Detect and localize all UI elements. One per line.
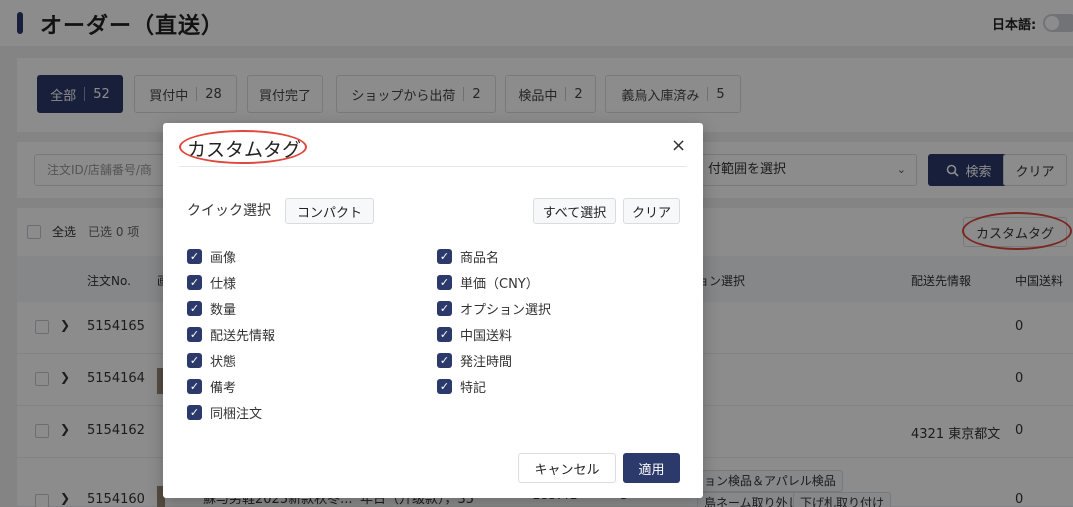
option-special-notes[interactable]: ✓ 特記 <box>437 377 486 396</box>
option-product-name[interactable]: ✓ 商品名 <box>437 247 499 266</box>
custom-tag-modal: カスタムタグ × クイック選択 コンパクト すべて選択 クリア ✓ 画像 ✓ 仕様 … <box>163 123 703 498</box>
option-shipping-info[interactable]: ✓ 配送先情報 <box>187 325 275 344</box>
check-icon[interactable]: ✓ <box>187 326 202 342</box>
check-icon[interactable]: ✓ <box>437 326 452 342</box>
check-icon[interactable]: ✓ <box>187 248 202 264</box>
close-icon[interactable]: × <box>671 135 686 156</box>
compact-button[interactable]: コンパクト <box>285 198 374 224</box>
quick-select-label: クイック選択 <box>187 203 271 219</box>
modal-divider <box>179 166 687 167</box>
option-quantity[interactable]: ✓ 数量 <box>187 299 236 318</box>
check-icon[interactable]: ✓ <box>187 378 202 394</box>
option-china-shipping[interactable]: ✓ 中国送料 <box>437 325 512 344</box>
cancel-button[interactable]: キャンセル <box>518 453 616 483</box>
check-icon[interactable]: ✓ <box>187 274 202 290</box>
option-unit-price[interactable]: ✓ 単価（CNY） <box>437 273 539 292</box>
check-icon[interactable]: ✓ <box>437 352 452 368</box>
select-all-button[interactable]: すべて選択 <box>533 198 616 224</box>
check-icon[interactable]: ✓ <box>187 352 202 368</box>
check-icon[interactable]: ✓ <box>437 300 452 316</box>
option-option-select[interactable]: ✓ オプション選択 <box>437 299 551 318</box>
clear-selection-button[interactable]: クリア <box>623 198 680 224</box>
check-icon[interactable]: ✓ <box>187 404 202 420</box>
modal-title: カスタムタグ <box>187 139 302 161</box>
option-bundled-order[interactable]: ✓ 同梱注文 <box>187 403 262 422</box>
option-order-time[interactable]: ✓ 発注時間 <box>437 351 512 370</box>
check-icon[interactable]: ✓ <box>437 248 452 264</box>
check-icon[interactable]: ✓ <box>187 300 202 316</box>
option-image[interactable]: ✓ 画像 <box>187 247 236 266</box>
apply-button[interactable]: 適用 <box>623 453 680 483</box>
option-status[interactable]: ✓ 状態 <box>187 351 236 370</box>
check-icon[interactable]: ✓ <box>437 378 452 394</box>
check-icon[interactable]: ✓ <box>437 274 452 290</box>
option-spec[interactable]: ✓ 仕様 <box>187 273 236 292</box>
option-remarks[interactable]: ✓ 備考 <box>187 377 236 396</box>
